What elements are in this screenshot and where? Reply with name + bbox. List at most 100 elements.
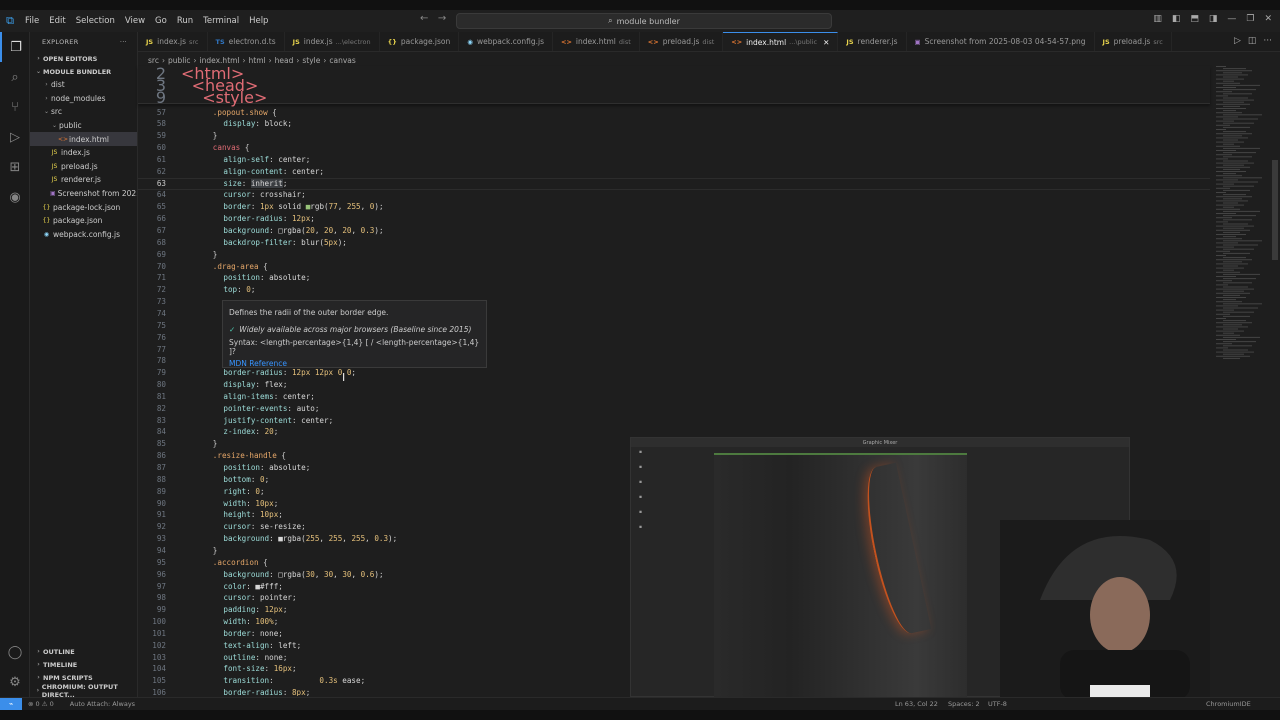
preview-canvas[interactable]	[714, 453, 967, 698]
indentation[interactable]: Spaces: 2	[948, 700, 980, 708]
editor-scrollbar[interactable]	[1272, 160, 1278, 260]
menu-item-run[interactable]: Run	[177, 16, 193, 26]
tool-item[interactable]: ▪	[639, 525, 659, 540]
editor-tab[interactable]: <> index.html dist	[553, 32, 640, 51]
auto-attach[interactable]: Auto Attach: Always	[70, 700, 135, 708]
sidebar-section[interactable]: › TIMELINE	[30, 658, 138, 671]
chromium-icon[interactable]: ◉	[0, 182, 30, 212]
command-center[interactable]: ⌕ module bundler	[456, 13, 832, 29]
code-text: .drag-area {	[181, 262, 268, 271]
explorer-icon[interactable]: ❐	[0, 32, 30, 62]
menu-item-view[interactable]: View	[125, 16, 145, 26]
code-token: 5px	[323, 237, 338, 247]
gear-icon[interactable]: ⚙	[0, 667, 30, 697]
code-token: 30	[324, 569, 334, 579]
code-token: transition	[223, 676, 270, 686]
minimap-line	[1223, 89, 1256, 91]
minimize-icon[interactable]: —	[1227, 14, 1236, 24]
breadcrumb-item[interactable]: head	[275, 56, 294, 65]
remote-icon[interactable]: ⌁	[0, 697, 22, 711]
layout-icon[interactable]: ▥	[1153, 14, 1162, 24]
line-number: 88	[156, 474, 166, 484]
tool-item[interactable]: ▪	[639, 450, 659, 465]
sidebar-toggle-icon[interactable]: ◧	[1172, 14, 1181, 24]
hover-tooltip: Defines the radii of the outer border ed…	[222, 300, 487, 368]
minimap-line	[1223, 278, 1256, 280]
line-number: 65	[156, 202, 166, 212]
sidebar-section[interactable]: › OUTLINE	[30, 645, 138, 658]
extensions-icon[interactable]: ⊞	[0, 152, 30, 182]
tree-item[interactable]: JS renderer.js	[30, 173, 137, 187]
more-actions-icon[interactable]: ···	[120, 38, 127, 46]
editor-tab[interactable]: JS preload.js src	[1095, 32, 1172, 51]
tree-item[interactable]: {} package.json	[30, 214, 137, 228]
chromium-ide-status[interactable]: ChromiumIDE	[1206, 700, 1251, 708]
menu-item-file[interactable]: File	[25, 16, 39, 26]
open-editors-section[interactable]: › OPEN EDITORS	[30, 52, 137, 65]
sidebar-section[interactable]: › CHROMIUM: OUTPUT DIRECT...	[30, 683, 138, 699]
split-editor-icon[interactable]: ◫	[1248, 36, 1257, 46]
line-number: 80	[156, 380, 166, 390]
problems-count[interactable]: ⊗ 0 ⚠ 0	[28, 700, 54, 708]
menu-item-go[interactable]: Go	[155, 16, 167, 26]
tree-item[interactable]: › node_modules	[30, 92, 137, 106]
editor-tab[interactable]: ▣ Screenshot from 2025-08-03 04-54-57.png	[907, 32, 1095, 51]
chevron-right-icon: ›	[37, 661, 40, 668]
mdn-reference-link[interactable]: MDN Reference	[229, 355, 480, 372]
code-token: 8px	[291, 688, 306, 696]
tab-path: ...\electron	[335, 37, 371, 46]
tree-item[interactable]: ◉ webpack.config.js	[30, 228, 137, 242]
search-icon[interactable]: ⌕	[0, 62, 30, 92]
panel-toggle-icon[interactable]: ⬒	[1190, 14, 1199, 24]
tree-item[interactable]: JS index.js	[30, 146, 137, 160]
project-section[interactable]: ⌄ MODULE BUNDLER	[30, 65, 137, 78]
breadcrumb-item[interactable]: canvas	[329, 56, 355, 65]
tree-item[interactable]: JS preload.js	[30, 160, 137, 174]
encoding[interactable]: UTF-8	[988, 700, 1007, 708]
menu-item-terminal[interactable]: Terminal	[203, 16, 239, 26]
sidebar-section-label: TIMELINE	[43, 660, 78, 669]
code-text: .popout.show {	[181, 108, 277, 117]
breadcrumb-item[interactable]: style	[302, 56, 320, 65]
line-number: 86	[156, 451, 166, 461]
menu-item-selection[interactable]: Selection	[76, 16, 115, 26]
tree-item[interactable]: ⌄ src	[30, 105, 137, 119]
run-icon[interactable]: ▷	[1234, 36, 1241, 46]
run-debug-icon[interactable]: ▷	[0, 122, 30, 152]
tool-item[interactable]: ▪	[639, 510, 659, 525]
cursor-position[interactable]: Ln 63, Col 22	[895, 700, 938, 708]
close-icon[interactable]: ✕	[1264, 14, 1272, 24]
editor-tab[interactable]: JS renderer.js	[838, 32, 907, 51]
editor-tab[interactable]: JS index.js src	[138, 32, 208, 51]
more-actions-icon[interactable]: ···	[1263, 36, 1272, 46]
tree-item[interactable]: ⌄ public	[30, 119, 137, 133]
source-control-icon[interactable]: ⑂	[0, 92, 30, 122]
minimap[interactable]	[1212, 66, 1270, 366]
menu-item-help[interactable]: Help	[249, 16, 268, 26]
maximize-icon[interactable]: ❐	[1246, 14, 1254, 24]
minimap-line	[1216, 351, 1254, 353]
line-number: 67	[156, 226, 166, 235]
tool-item[interactable]: ▪	[639, 480, 659, 495]
tree-item[interactable]: › dist	[30, 78, 137, 92]
editor-tab[interactable]: <> preload.js dist	[640, 32, 724, 51]
close-icon[interactable]: ✕	[823, 38, 829, 47]
editor-tab[interactable]: <> index.html ...\public ✕	[723, 32, 839, 51]
tool-item[interactable]: ▪	[639, 495, 659, 510]
menu-item-edit[interactable]: Edit	[49, 16, 65, 26]
editor-tab[interactable]: {} package.json	[380, 32, 460, 51]
tree-item[interactable]: ▣ Screenshot from 202...	[30, 187, 137, 201]
editor-tab[interactable]: JS index.js ...\electron	[285, 32, 380, 51]
breadcrumb-item[interactable]: html	[249, 56, 266, 65]
tree-item[interactable]: {} package-lock.json	[30, 200, 137, 214]
editor-tab[interactable]: TS electron.d.ts	[208, 32, 285, 51]
editor-tab[interactable]: ◉ webpack.config.js	[459, 32, 553, 51]
account-icon[interactable]: ◯	[0, 637, 30, 667]
aux-toggle-icon[interactable]: ◨	[1209, 14, 1218, 24]
nav-arrows[interactable]: ← →	[420, 13, 446, 24]
tool-item[interactable]: ▪	[639, 465, 659, 480]
code-text: top: 0;	[181, 285, 255, 294]
code-token: bottom	[223, 474, 251, 484]
minimap-line	[1216, 82, 1240, 84]
tree-item[interactable]: <> index.html	[30, 132, 137, 146]
